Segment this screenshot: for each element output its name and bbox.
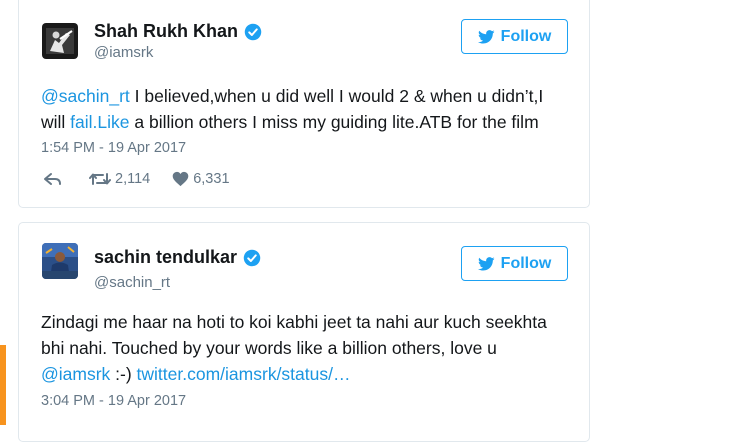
display-name[interactable]: Shah Rukh Khan bbox=[94, 21, 238, 42]
verified-badge-icon bbox=[244, 23, 262, 40]
status-link[interactable]: twitter.com/iamsrk/status/… bbox=[137, 364, 351, 384]
verified-badge-icon bbox=[243, 249, 261, 266]
handle[interactable]: @sachin_rt bbox=[94, 274, 170, 291]
accent-bar bbox=[0, 345, 6, 425]
tweet-card-sachin: sachin tendulkar @sachin_rt Follow Zinda… bbox=[18, 222, 590, 442]
display-name[interactable]: sachin tendulkar bbox=[94, 247, 237, 268]
tweet-text-part: a billion others I miss my guiding lite.… bbox=[129, 112, 539, 132]
retweet-button[interactable]: 2,114 bbox=[89, 171, 150, 187]
like-button[interactable]: 6,331 bbox=[172, 171, 230, 187]
like-link[interactable]: Like bbox=[97, 112, 129, 132]
fail-link[interactable]: fail. bbox=[70, 112, 97, 132]
follow-button[interactable]: Follow bbox=[461, 19, 568, 54]
reply-icon bbox=[44, 173, 61, 185]
timestamp[interactable]: 1:54 PM - 19 Apr 2017 bbox=[41, 140, 186, 156]
tweet-text: @sachin_rt I believed,when u did well I … bbox=[41, 83, 571, 135]
tweet-card-srk: Shah Rukh Khan @iamsrk Follow @sachin_rt… bbox=[18, 0, 590, 208]
retweet-icon bbox=[89, 173, 111, 185]
follow-button[interactable]: Follow bbox=[461, 246, 568, 281]
reply-button[interactable] bbox=[43, 171, 67, 187]
follow-label: Follow bbox=[500, 254, 552, 272]
tweet-text-part: Zindagi me haar na hoti to koi kabhi jee… bbox=[41, 312, 547, 358]
heart-icon bbox=[172, 171, 189, 187]
tweet-actions: 2,114 6,331 bbox=[43, 171, 252, 187]
tweet-text: Zindagi me haar na hoti to koi kabhi jee… bbox=[41, 309, 571, 387]
tweet-text-part: :-) bbox=[110, 364, 137, 384]
timestamp[interactable]: 3:04 PM - 19 Apr 2017 bbox=[41, 393, 186, 409]
like-count: 6,331 bbox=[193, 171, 230, 187]
follow-label: Follow bbox=[500, 27, 552, 45]
mention-link[interactable]: @sachin_rt bbox=[41, 86, 130, 106]
twitter-bird-icon bbox=[477, 256, 495, 271]
avatar[interactable] bbox=[42, 243, 78, 279]
handle[interactable]: @iamsrk bbox=[94, 44, 153, 61]
avatar[interactable] bbox=[42, 23, 78, 59]
mention-link[interactable]: @iamsrk bbox=[41, 364, 110, 384]
twitter-bird-icon bbox=[477, 29, 495, 44]
retweet-count: 2,114 bbox=[115, 171, 151, 187]
